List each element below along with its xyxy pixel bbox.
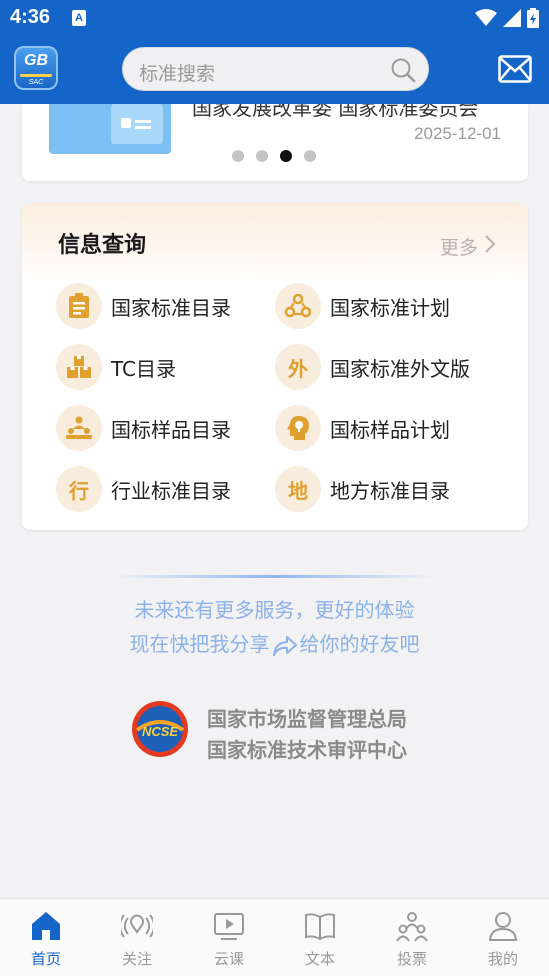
- bottom-nav: 首页 关注 云课 文本 投票 我的: [0, 898, 549, 976]
- signal-icon: [503, 9, 521, 27]
- nav-label: 云课: [213, 950, 244, 968]
- hang-badge-icon: 行: [56, 466, 102, 512]
- banner-thumbnail: [49, 104, 171, 154]
- menu-item-label: 国家标准外文版: [330, 356, 470, 381]
- chevron-right-icon[interactable]: [485, 235, 495, 253]
- notification-icon: A: [72, 10, 86, 26]
- menu-item-label: 地方标准目录: [330, 478, 450, 503]
- status-icons: [475, 8, 539, 28]
- search-placeholder: 标准搜索: [139, 63, 216, 85]
- info-query-card: 信息查询 更多 国家标准目录 国家标准计划 TC目录 外 国家标准外文版 国标样…: [22, 203, 528, 530]
- play-screen-icon: [214, 913, 244, 940]
- share-icon[interactable]: [272, 635, 298, 657]
- person-icon: [488, 912, 518, 941]
- home-icon: [32, 912, 60, 940]
- wai-badge-icon: 外: [275, 344, 321, 390]
- nav-tab-follow[interactable]: 关注: [91, 899, 183, 976]
- boxes-icon: [56, 344, 102, 390]
- org-name-line1: 国家市场监督管理总局: [207, 707, 407, 731]
- carousel-dot[interactable]: [256, 150, 268, 162]
- banner-title: 国家发展改革委 国家标准委员会: [192, 104, 479, 120]
- more-label[interactable]: 更多: [440, 233, 478, 260]
- ncse-logo-icon: NCSE: [132, 701, 188, 757]
- menu-item-national-standard-catalog[interactable]: 国家标准目录: [56, 282, 231, 330]
- menu-item-sample-catalog[interactable]: 国标样品目录: [56, 404, 231, 452]
- status-bar: 4:36 A: [0, 0, 549, 38]
- menu-item-label: 国标样品计划: [330, 417, 450, 442]
- nav-label: 投票: [396, 950, 427, 968]
- nav-label: 首页: [30, 950, 61, 968]
- carousel-dot[interactable]: [304, 150, 316, 162]
- app-logo[interactable]: GB SAC: [14, 46, 58, 90]
- logo-text: GB: [24, 52, 48, 69]
- section-title: 信息查询: [58, 233, 147, 258]
- menu-item-tc-catalog[interactable]: TC目录: [56, 343, 176, 391]
- nav-tab-text[interactable]: 文本: [274, 899, 366, 976]
- news-banner[interactable]: 国家发展改革委 国家标准委员会 2025-12-01: [22, 104, 528, 181]
- menu-item-industry-catalog[interactable]: 行 行业标准目录: [56, 465, 231, 513]
- di-badge-icon: 地: [275, 466, 321, 512]
- nav-tab-home[interactable]: 首页: [0, 899, 92, 976]
- decorative-divider: [112, 575, 437, 578]
- logo-subtext: SAC: [28, 79, 44, 86]
- recycle-icon: [275, 283, 321, 329]
- document-graphic-icon: [111, 104, 163, 144]
- nav-label: 我的: [487, 950, 518, 968]
- status-time: 4:36: [10, 6, 51, 28]
- share-text-before: 现在快把我分享: [129, 632, 270, 656]
- banner-date: 2025-12-01: [414, 124, 501, 143]
- share-text-after: 给你的好友吧: [299, 632, 420, 656]
- carousel-dots: [232, 150, 316, 162]
- menu-item-local-catalog[interactable]: 地 地方标准目录: [275, 465, 450, 513]
- head-idea-icon: [275, 405, 321, 451]
- wifi-icon: [475, 9, 497, 26]
- menu-item-foreign-version[interactable]: 外 国家标准外文版: [275, 343, 470, 391]
- menu-item-label: 行业标准目录: [111, 478, 231, 503]
- carousel-dot-active[interactable]: [280, 150, 292, 162]
- clipboard-icon: [56, 283, 102, 329]
- mail-icon[interactable]: [498, 55, 532, 83]
- nav-tab-mine[interactable]: 我的: [457, 899, 549, 976]
- search-icon[interactable]: [390, 57, 416, 83]
- menu-item-national-standard-plan[interactable]: 国家标准计划: [275, 282, 450, 330]
- book-icon: [305, 913, 335, 941]
- nav-tab-vote[interactable]: 投票: [366, 899, 458, 976]
- search-input[interactable]: 标准搜索: [122, 47, 429, 91]
- share-message-line1: 未来还有更多服务，更好的体验: [134, 598, 415, 622]
- menu-item-label: 国家标准计划: [330, 295, 450, 320]
- menu-item-label: 国标样品目录: [111, 417, 231, 442]
- nav-label: 文本: [304, 950, 335, 968]
- menu-item-label: TC目录: [111, 356, 177, 381]
- org-name-line2: 国家标准技术审评中心: [207, 738, 407, 762]
- nav-tab-cloud-class[interactable]: 云课: [183, 899, 275, 976]
- ncse-logo-text: NCSE: [142, 724, 178, 739]
- logo-stripe: [20, 74, 52, 77]
- hierarchy-icon: [56, 405, 102, 451]
- app-header: GB SAC 标准搜索: [0, 38, 549, 104]
- menu-item-label: 国家标准目录: [111, 295, 231, 320]
- share-message-line2[interactable]: 现在快把我分享 给你的好友吧: [0, 628, 549, 657]
- vote-people-icon: [396, 912, 428, 942]
- menu-item-sample-plan[interactable]: 国标样品计划: [275, 404, 450, 452]
- carousel-dot[interactable]: [232, 150, 244, 162]
- broadcast-icon: [121, 914, 153, 938]
- battery-icon: [527, 8, 539, 28]
- nav-label: 关注: [121, 950, 152, 968]
